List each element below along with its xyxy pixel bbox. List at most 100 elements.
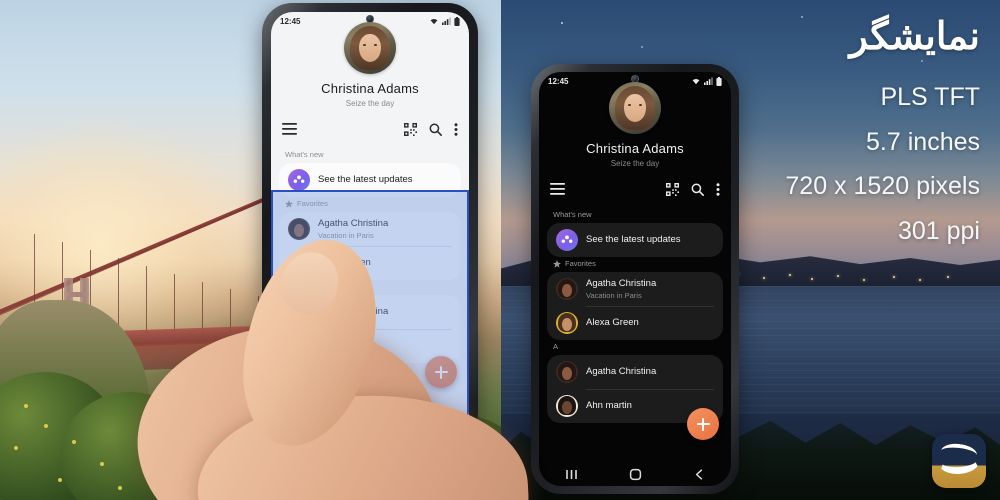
contact-status: Vacation in Paris bbox=[318, 230, 374, 240]
phone-light: 12:45 Christina Adams Seize the day What… bbox=[262, 3, 478, 443]
home-icon[interactable] bbox=[629, 468, 642, 481]
city-light bbox=[919, 279, 921, 281]
hamburger-menu-icon[interactable] bbox=[550, 183, 565, 195]
avatar bbox=[288, 335, 310, 357]
avatar bbox=[556, 312, 578, 334]
status-time: 12:45 bbox=[548, 76, 569, 86]
list-item-updates[interactable]: See the latest updates bbox=[547, 223, 723, 257]
star-icon bbox=[553, 259, 561, 268]
list-item[interactable]: Alexa Green bbox=[547, 306, 723, 340]
city-light bbox=[893, 276, 895, 278]
alpha-label: A bbox=[285, 282, 291, 291]
system-navbar-light bbox=[271, 410, 469, 434]
contact-name: Agatha Christina bbox=[586, 366, 657, 378]
contact-status: Vacation in Paris bbox=[586, 290, 642, 300]
avatar-eye bbox=[628, 104, 631, 106]
flower bbox=[118, 486, 122, 490]
add-contact-fab[interactable] bbox=[687, 408, 719, 440]
contact-name: Agatha Christina bbox=[318, 306, 389, 318]
phone-light-screen[interactable]: 12:45 Christina Adams Seize the day What… bbox=[271, 12, 469, 434]
profile-photo[interactable] bbox=[344, 22, 396, 74]
flower bbox=[188, 472, 192, 476]
signal-bars-icon bbox=[704, 77, 713, 85]
phone-dark-screen[interactable]: 12:45 Christina Adams Seize the day What… bbox=[539, 72, 731, 486]
signal-bars-icon bbox=[442, 17, 451, 25]
contact-name: Ahn martin bbox=[318, 340, 364, 352]
flower bbox=[24, 404, 28, 408]
updates-label: See the latest updates bbox=[318, 174, 413, 186]
profile-subtitle: Seize the day bbox=[610, 159, 660, 168]
contacts-list-light: What's new See the latest updates Favori… bbox=[271, 142, 469, 363]
whats-new-label: What's new bbox=[553, 210, 592, 219]
alpha-label: A bbox=[553, 342, 559, 351]
system-navbar-dark bbox=[539, 462, 731, 486]
overflow-menu-icon[interactable] bbox=[454, 122, 458, 136]
contact-text: Agatha Christina Vacation in Paris bbox=[318, 218, 388, 240]
bridge-suspender bbox=[146, 266, 147, 334]
city-light bbox=[947, 276, 949, 278]
updates-card[interactable]: See the latest updates bbox=[279, 163, 461, 197]
search-icon[interactable] bbox=[691, 183, 704, 196]
wifi-icon bbox=[430, 18, 438, 25]
list-item[interactable]: Agatha Christina Vacation in Paris bbox=[279, 212, 461, 246]
avatar bbox=[288, 301, 310, 323]
flower bbox=[14, 446, 18, 450]
add-contact-fab[interactable] bbox=[425, 356, 457, 388]
recents-icon[interactable] bbox=[298, 416, 311, 429]
overflow-menu-icon[interactable] bbox=[716, 182, 720, 196]
city-light bbox=[811, 278, 813, 280]
contact-text: Agatha Christina Vacation in Paris bbox=[586, 278, 656, 300]
flower bbox=[232, 462, 236, 466]
app-toolbar-light bbox=[271, 116, 469, 142]
section-label-whats-new: What's new bbox=[547, 208, 723, 223]
city-light bbox=[837, 275, 839, 277]
home-icon[interactable] bbox=[364, 416, 377, 429]
flower bbox=[58, 478, 62, 482]
list-item[interactable]: Alexa Green bbox=[279, 246, 461, 280]
avatar bbox=[556, 278, 578, 300]
avatar-eye bbox=[639, 104, 642, 106]
contact-name: Agatha Christina bbox=[318, 218, 389, 230]
profile-photo[interactable] bbox=[609, 82, 661, 134]
profile-name: Christina Adams bbox=[586, 141, 684, 156]
list-item-updates[interactable]: See the latest updates bbox=[279, 163, 461, 197]
favorites-label: Favorites bbox=[565, 259, 596, 268]
city-light bbox=[863, 279, 865, 281]
city-light bbox=[763, 277, 765, 279]
spec-title: نمایشگر bbox=[849, 16, 980, 58]
back-icon[interactable] bbox=[693, 468, 706, 481]
flower bbox=[72, 440, 76, 444]
avatar bbox=[556, 395, 578, 417]
qr-code-icon[interactable] bbox=[404, 122, 417, 136]
list-item[interactable]: Agatha Christina bbox=[547, 355, 723, 389]
updates-card[interactable]: See the latest updates bbox=[547, 223, 723, 257]
contacts-list-dark: What's new See the latest updates Favori… bbox=[539, 202, 731, 423]
city-light bbox=[789, 274, 791, 276]
phone-dark: 12:45 Christina Adams Seize the day What… bbox=[531, 64, 739, 494]
flower bbox=[100, 462, 104, 466]
bridge-tower-strut bbox=[64, 292, 89, 297]
qr-code-icon[interactable] bbox=[666, 182, 679, 196]
status-icons bbox=[429, 16, 460, 26]
search-icon[interactable] bbox=[429, 123, 442, 136]
avatar bbox=[288, 252, 310, 274]
section-label-alpha: A bbox=[279, 280, 461, 295]
star-icon bbox=[285, 199, 293, 208]
contact-name: Agatha Christina bbox=[586, 278, 657, 290]
list-item[interactable]: Agatha Christina bbox=[279, 295, 461, 329]
recents-icon[interactable] bbox=[565, 468, 578, 481]
battery-icon bbox=[454, 16, 460, 26]
hamburger-menu-icon[interactable] bbox=[282, 123, 297, 135]
battery-icon bbox=[716, 76, 722, 86]
toolbar-actions bbox=[666, 182, 720, 196]
contact-name: Alexa Green bbox=[318, 257, 371, 269]
brand-logo bbox=[932, 434, 986, 488]
list-item[interactable]: Agatha Christina Vacation in Paris bbox=[547, 272, 723, 306]
toolbar-actions bbox=[404, 122, 458, 136]
back-icon[interactable] bbox=[430, 416, 443, 429]
favorites-label: Favorites bbox=[297, 199, 328, 208]
app-toolbar-dark bbox=[539, 176, 731, 202]
group-people-icon bbox=[288, 169, 310, 191]
wifi-icon bbox=[692, 78, 700, 85]
bridge-suspender bbox=[174, 274, 175, 336]
